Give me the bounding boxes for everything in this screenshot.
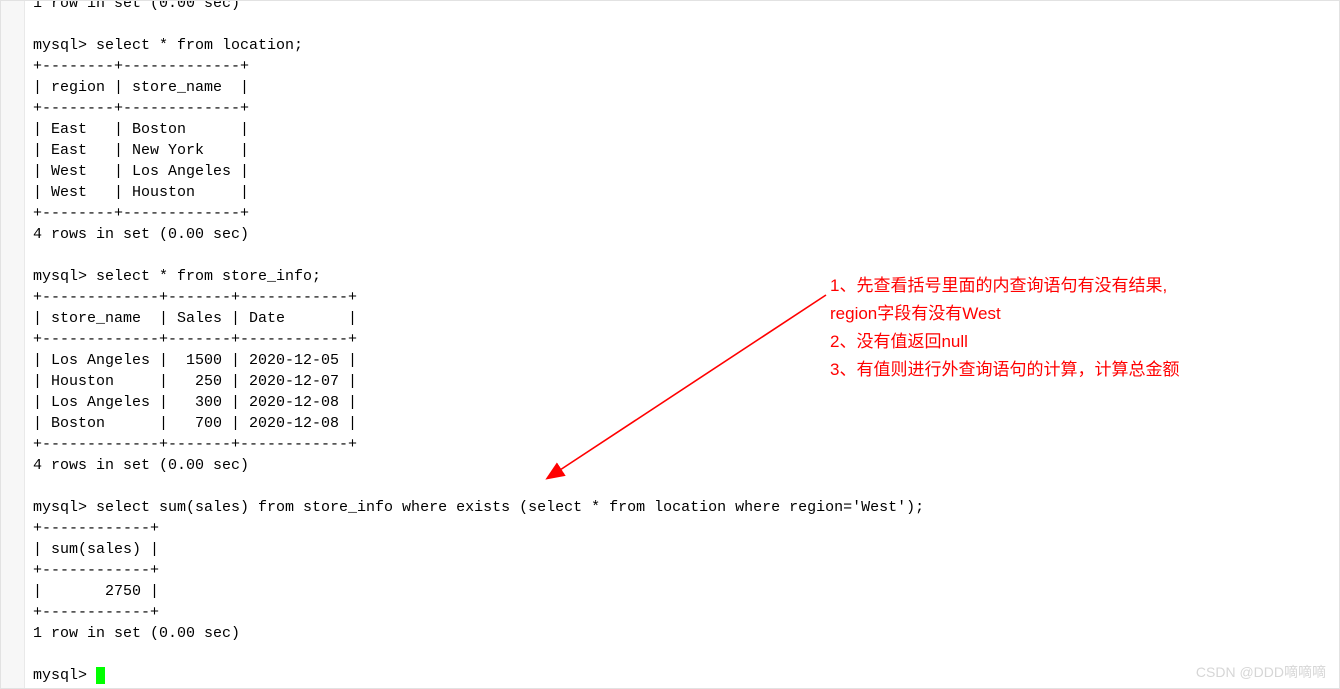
terminal-output: 1 row in set (0.00 sec) mysql> select * …	[33, 0, 924, 686]
table-row: | West | Los Angeles |	[33, 163, 249, 180]
table-border: +------------+	[33, 604, 159, 621]
table-row: | East | New York |	[33, 142, 249, 159]
table-row: | 2750 |	[33, 583, 159, 600]
table-row: | Boston | 700 | 2020-12-08 |	[33, 415, 357, 432]
table-header: | region | store_name |	[33, 79, 249, 96]
table-border: +--------+-------------+	[33, 205, 249, 222]
annotation-line-4: 3、有值则进行外查询语句的计算，计算总金额	[830, 356, 1179, 384]
table-border: +-------------+-------+------------+	[33, 331, 357, 348]
table-header: | sum(sales) |	[33, 541, 159, 558]
table-border: +------------+	[33, 520, 159, 537]
table-border: +--------+-------------+	[33, 100, 249, 117]
result-line: 4 rows in set (0.00 sec)	[33, 457, 249, 474]
sql-query: mysql> select * from location;	[33, 37, 303, 54]
table-border: +-------------+-------+------------+	[33, 289, 357, 306]
table-row: | Los Angeles | 300 | 2020-12-08 |	[33, 394, 357, 411]
mysql-prompt[interactable]: mysql>	[33, 667, 105, 684]
table-row: | East | Boston |	[33, 121, 249, 138]
result-line: 1 row in set (0.00 sec)	[33, 625, 240, 642]
cursor-icon	[96, 667, 105, 684]
table-border: +------------+	[33, 562, 159, 579]
table-row: | Los Angeles | 1500 | 2020-12-05 |	[33, 352, 357, 369]
sql-query: mysql> select sum(sales) from store_info…	[33, 499, 924, 516]
annotation-line-1: 1、先查看括号里面的内查询语句有没有结果,	[830, 272, 1179, 300]
table-border: +--------+-------------+	[33, 58, 249, 75]
annotation-line-2: region字段有没有West	[830, 300, 1179, 328]
annotation-line-3: 2、没有值返回null	[830, 328, 1179, 356]
sql-query: mysql> select * from store_info;	[33, 268, 321, 285]
watermark-text: CSDN @DDD嘀嘀嘀	[1196, 663, 1326, 683]
table-row: | West | Houston |	[33, 184, 249, 201]
result-line: 4 rows in set (0.00 sec)	[33, 226, 249, 243]
prompt-text: mysql>	[33, 667, 96, 684]
table-row: | Houston | 250 | 2020-12-07 |	[33, 373, 357, 390]
line-gutter	[0, 0, 25, 689]
result-line: 1 row in set (0.00 sec)	[33, 0, 240, 12]
table-border: +-------------+-------+------------+	[33, 436, 357, 453]
table-header: | store_name | Sales | Date |	[33, 310, 357, 327]
annotation-text: 1、先查看括号里面的内查询语句有没有结果, region字段有没有West 2、…	[830, 272, 1179, 384]
